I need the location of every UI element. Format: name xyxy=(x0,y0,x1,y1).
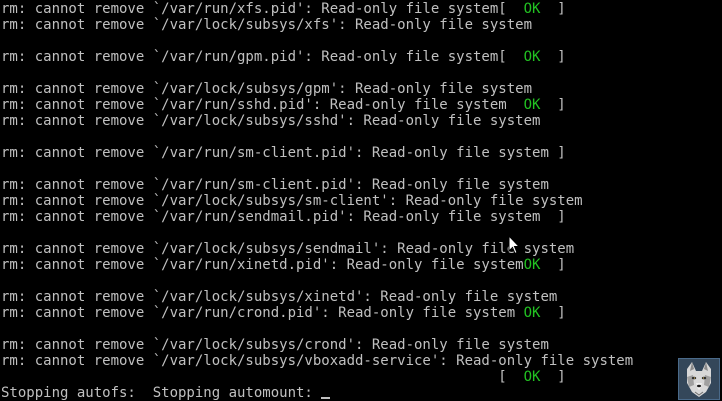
ok-status: OK xyxy=(523,1,541,17)
ok-status: OK xyxy=(523,257,541,273)
console-line: rm: cannot remove `/var/run/gpm.pid': Re… xyxy=(1,49,566,65)
wolf-icon-art xyxy=(679,359,719,399)
wolf-icon[interactable] xyxy=(678,358,720,400)
console-line: rm: cannot remove `/var/lock/subsys/xfs'… xyxy=(1,17,533,33)
console-line: rm: cannot remove `/var/lock/subsys/cron… xyxy=(1,337,549,353)
ok-status: OK xyxy=(523,97,541,113)
console-line: [ OK ] xyxy=(1,369,566,385)
console-line: rm: cannot remove `/var/run/sendmail.pid… xyxy=(1,209,566,225)
console-line: rm: cannot remove `/var/run/sshd.pid': R… xyxy=(1,97,566,113)
ok-status: OK xyxy=(523,305,541,321)
console-line: rm: cannot remove `/var/lock/subsys/xine… xyxy=(1,289,558,305)
console-prompt-line[interactable]: Stopping autofs: Stopping automount: xyxy=(1,385,722,401)
console-line: rm: cannot remove `/var/run/xfs.pid': Re… xyxy=(1,1,566,17)
terminal-console[interactable]: rm: cannot remove `/var/run/xfs.pid': Re… xyxy=(1,1,722,401)
ok-status: OK xyxy=(523,369,541,385)
mouse-pointer-icon xyxy=(508,235,520,255)
console-line: rm: cannot remove `/var/run/xinetd.pid':… xyxy=(1,257,566,273)
console-line: rm: cannot remove `/var/lock/subsys/sshd… xyxy=(1,113,541,129)
console-line: rm: cannot remove `/var/run/crond.pid': … xyxy=(1,305,566,321)
console-line: rm: cannot remove `/var/lock/subsys/gpm'… xyxy=(1,81,533,97)
console-line: rm: cannot remove `/var/lock/subsys/vbox… xyxy=(1,353,634,369)
console-line: rm: cannot remove `/var/lock/subsys/sm-c… xyxy=(1,193,583,209)
console-line: rm: cannot remove `/var/run/sm-client.pi… xyxy=(1,177,549,193)
console-line: rm: cannot remove `/var/lock/subsys/send… xyxy=(1,241,575,257)
text-cursor xyxy=(321,397,331,399)
ok-status: OK xyxy=(523,49,541,65)
console-line: rm: cannot remove `/var/run/sm-client.pi… xyxy=(1,145,566,161)
